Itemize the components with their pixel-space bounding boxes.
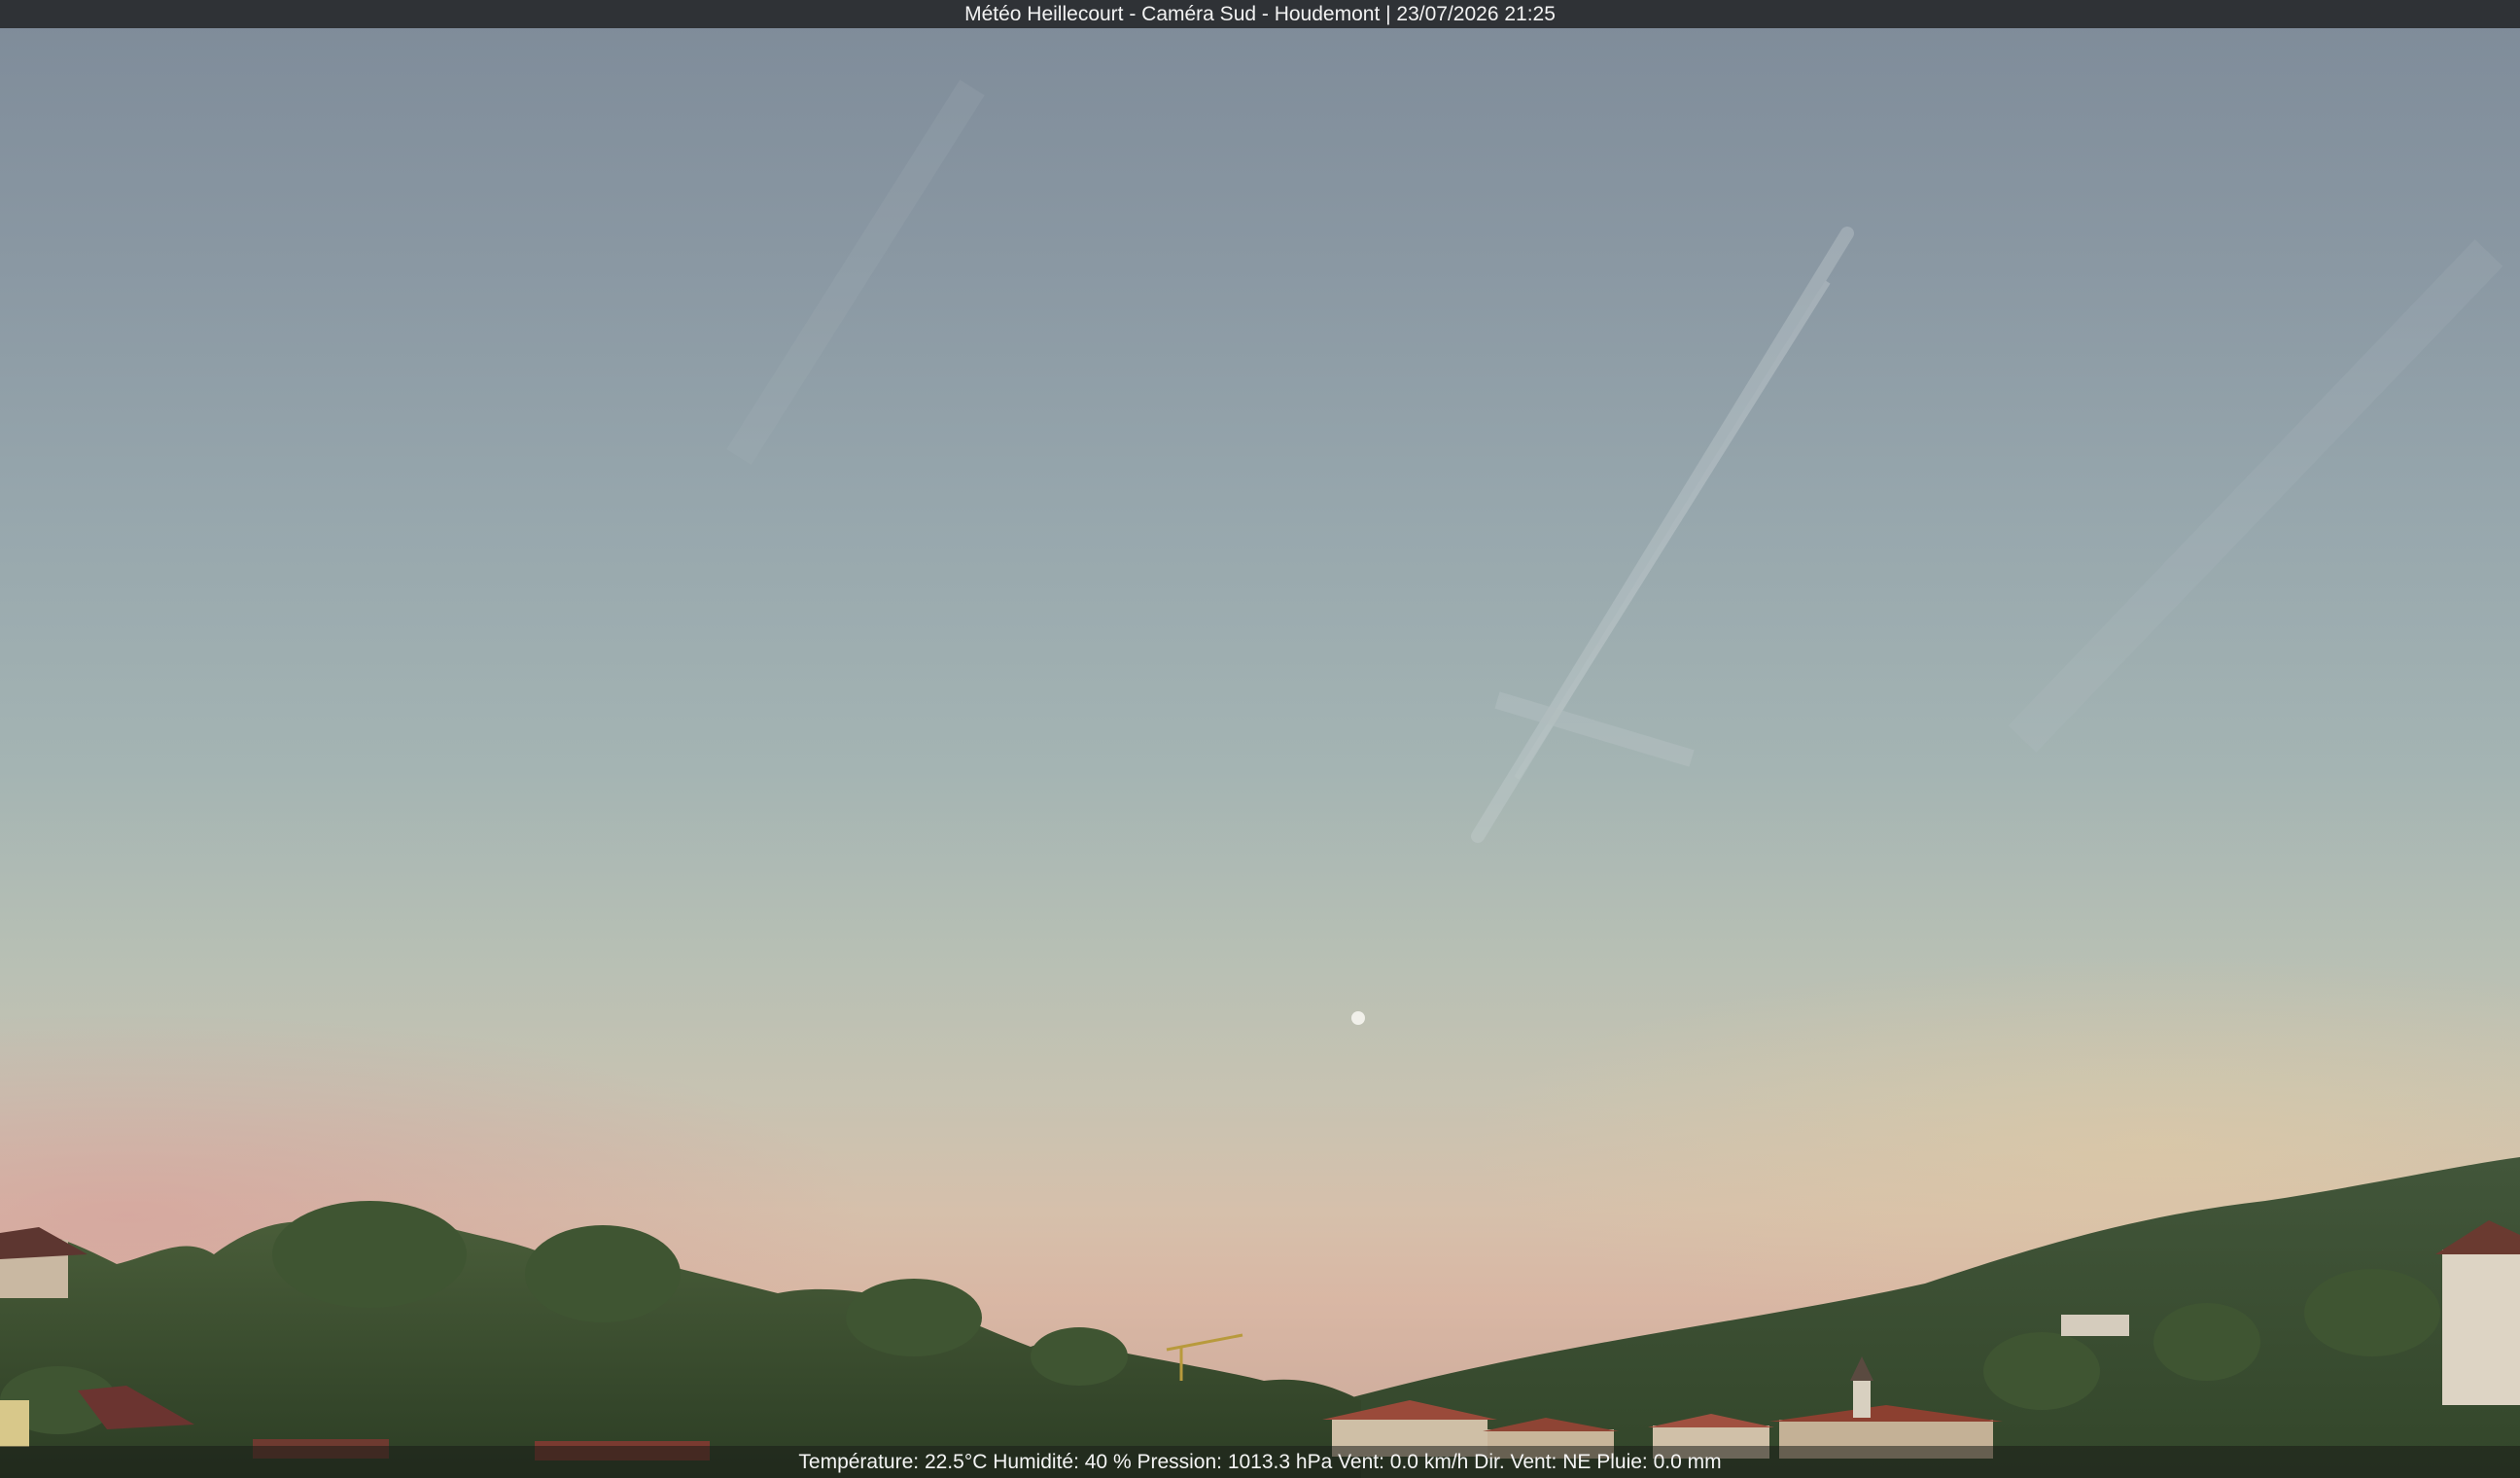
weather-readout: Température: 22.5°C Humidité: 40 % Press… [798, 1451, 1722, 1473]
moon [1351, 1011, 1365, 1025]
left-trees [0, 1213, 1361, 1478]
webcam-frame: Météo Heillecourt - Caméra Sud - Houdemo… [0, 0, 2520, 1478]
contrails [726, 79, 2503, 843]
camera-caption: Météo Heillecourt - Caméra Sud - Houdemo… [964, 3, 1556, 25]
weather-bar: Température: 22.5°C Humidité: 40 % Press… [0, 1446, 2520, 1478]
landscape [0, 79, 2520, 1478]
caption-bar: Météo Heillecourt - Caméra Sud - Houdemo… [0, 0, 2520, 28]
